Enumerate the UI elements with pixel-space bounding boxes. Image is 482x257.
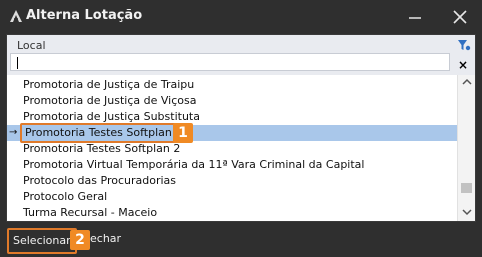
annotation-badge-1: 1 [173,123,193,143]
list-item[interactable]: Promotoria Virtual Temporária da 11ª Var… [7,157,457,173]
text-caret [17,57,18,69]
button-bar: Selecionar 2 echar [0,222,482,257]
vertical-scrollbar[interactable] [457,75,475,221]
app-logo-icon [10,10,22,22]
close-icon[interactable] [449,6,471,28]
list-item[interactable]: Protocolo Geral [7,189,457,205]
list-item-label: Promotoria de Justiça de Viçosa [23,94,197,107]
close-button[interactable]: echar [86,228,125,250]
minimize-icon[interactable] [404,6,426,28]
grid-header: Local × [7,35,475,75]
select-button[interactable]: Selecionar [7,228,77,254]
list-item-selected[interactable]: → Promotoria Testes Softplan 1 [7,123,457,143]
scroll-down-icon[interactable] [461,207,473,217]
filter-input[interactable] [10,53,450,71]
list-item[interactable]: Turma Recursal - Maceio [7,205,457,221]
list-item[interactable]: Promotoria de Justiça de Traipu [7,77,457,93]
window-title: Alterna Lotação [26,8,143,23]
title-bar[interactable]: Alterna Lotação [0,0,482,34]
funnel-icon[interactable] [457,38,471,52]
list-item-label: Turma Recursal - Maceio [23,206,158,219]
list-item-label: Promotoria de Justiça de Traipu [23,78,195,91]
lotacao-grid: Local × Promotoria de Justiça de Traipu … [6,34,476,222]
lotacao-list: Promotoria de Justiça de Traipu Promotor… [7,75,457,221]
list-item[interactable]: Protocolo das Procuradorias [7,173,457,189]
current-row-arrow-icon: → [9,127,18,138]
scroll-up-icon[interactable] [461,77,473,87]
scrollbar-thumb[interactable] [461,182,472,193]
clear-filter-icon[interactable]: × [458,58,468,72]
list-item-label: Promotoria Testes Softplan 2 [23,142,181,155]
list-item-label: Promotoria Testes Softplan [20,123,177,143]
list-item-label: Protocolo das Procuradorias [23,174,177,187]
list-item[interactable]: Promotoria Testes Softplan 2 [7,141,457,157]
list-item-label: Protocolo Geral [23,190,108,203]
list-item[interactable]: Promotoria de Justiça de Viçosa [7,93,457,109]
dialog-window: Alterna Lotação Local × Promotoria de Ju… [0,0,482,257]
column-header-local[interactable]: Local [17,39,46,52]
list-item-label: Promotoria Virtual Temporária da 11ª Var… [23,158,365,171]
